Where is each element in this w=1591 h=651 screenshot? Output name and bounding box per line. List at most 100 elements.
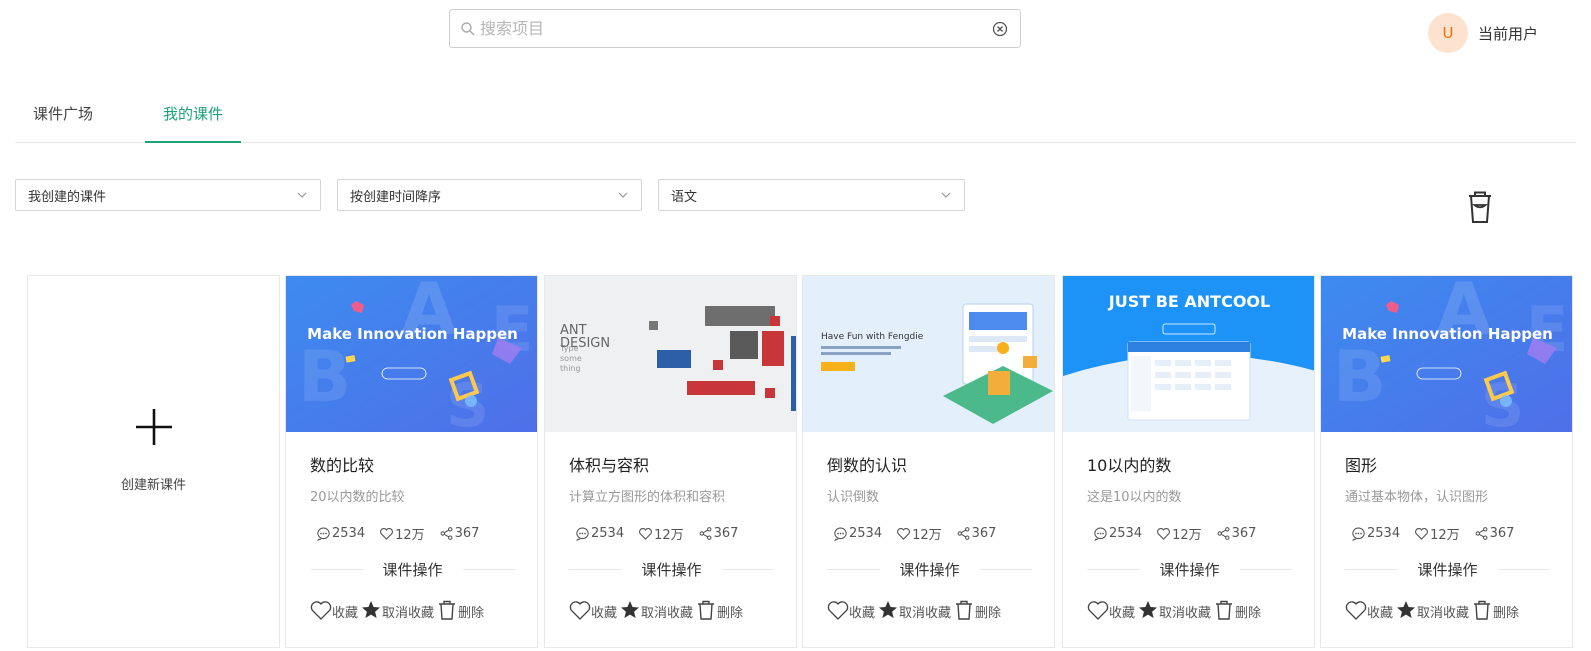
heart-icon: [897, 527, 911, 540]
favorite-button[interactable]: 收藏: [1087, 599, 1135, 621]
unfavorite-button[interactable]: 取消收藏: [1137, 599, 1211, 621]
course-stats: 2534 12万 367: [1351, 524, 1528, 543]
course-actions: 收藏 取消收藏 删除: [827, 599, 1003, 621]
delete-button[interactable]: 删除: [1213, 599, 1261, 621]
tab-my-courses[interactable]: 我的课件: [145, 97, 241, 143]
unfavorite-button[interactable]: 取消收藏: [1395, 599, 1469, 621]
favorite-button[interactable]: 收藏: [827, 599, 875, 621]
course-title[interactable]: 数的比较: [310, 452, 374, 476]
unfavorite-label: 取消收藏: [1159, 606, 1212, 621]
chevron-down-icon: [618, 192, 628, 198]
chevron-down-icon: [941, 192, 951, 198]
divider: [462, 569, 516, 570]
shares-stat[interactable]: 367: [1474, 524, 1514, 543]
clear-icon[interactable]: [992, 21, 1008, 37]
recycle-bin-icon[interactable]: [1465, 190, 1495, 224]
shares-stat[interactable]: 367: [956, 524, 996, 543]
unfavorite-label: 取消收藏: [899, 606, 952, 621]
course-card[interactable]: JUST BE ANTCOOL 10以内的数 这是10以内的数 2534 12万…: [1062, 275, 1315, 648]
likes-stat[interactable]: 12万: [1156, 524, 1202, 543]
course-cover[interactable]: A B E S Make Innovation Happen: [286, 276, 537, 432]
delete-button[interactable]: 删除: [436, 599, 484, 621]
delete-label: 删除: [458, 606, 485, 621]
comment-icon: [317, 527, 330, 541]
delete-label: 删除: [717, 606, 744, 621]
avatar[interactable]: U: [1428, 13, 1468, 53]
likes-stat[interactable]: 12万: [638, 524, 684, 543]
divider: [569, 569, 622, 570]
plus-icon: [135, 409, 172, 445]
shares-count: 367: [713, 526, 739, 541]
course-cover[interactable]: A B E S Make Innovation Happen: [1321, 276, 1572, 432]
delete-button[interactable]: 删除: [953, 599, 1001, 621]
favorite-button[interactable]: 收藏: [1345, 599, 1393, 621]
comments-count: 2534: [332, 526, 366, 541]
unfavorite-button[interactable]: 取消收藏: [877, 599, 951, 621]
heart-icon: [380, 527, 394, 540]
creator-filter-select[interactable]: 我创建的课件: [15, 179, 321, 211]
svg-text:thing: thing: [560, 364, 581, 373]
course-cover-image: A B E S: [1321, 276, 1572, 432]
sort-select[interactable]: 按创建时间降序: [337, 179, 642, 211]
shares-stat[interactable]: 367: [1216, 524, 1257, 543]
delete-button[interactable]: 删除: [695, 599, 743, 621]
unfavorite-button[interactable]: 取消收藏: [360, 599, 434, 621]
heart-icon: [639, 527, 653, 540]
comments-stat[interactable]: 2534: [316, 524, 365, 543]
course-title[interactable]: 体积与容积: [569, 452, 649, 476]
comments-stat[interactable]: 2534: [1093, 524, 1142, 543]
shares-count: 367: [454, 526, 480, 541]
heart-icon: [1157, 527, 1171, 540]
subject-value: 语文: [671, 189, 698, 205]
create-course-card[interactable]: 创建新课件: [27, 275, 280, 648]
course-operations-label: 课件操作: [1417, 561, 1478, 579]
course-description: 通过基本物体，认识图形: [1345, 490, 1489, 505]
course-cover[interactable]: Have Fun with Fengdie: [803, 276, 1054, 432]
course-title[interactable]: 图形: [1345, 452, 1377, 476]
comments-stat[interactable]: 2534: [833, 524, 882, 543]
star-filled-icon: [1139, 601, 1158, 618]
likes-stat[interactable]: 12万: [1414, 524, 1460, 543]
comments-count: 2534: [591, 526, 625, 541]
shares-stat[interactable]: 367: [439, 524, 480, 543]
share-icon: [440, 527, 453, 540]
delete-icon: [439, 600, 456, 620]
course-card[interactable]: Have Fun with Fengdie 倒数的认识 认识倒数 2534 12…: [802, 275, 1055, 648]
divider: [979, 569, 1033, 570]
course-stats: 2534 12万 367: [575, 524, 752, 543]
user-menu[interactable]: U 当前用户: [1428, 13, 1538, 53]
course-operations-header: 课件操作: [310, 559, 516, 580]
search-input[interactable]: [480, 19, 992, 38]
subject-select[interactable]: 语文: [658, 179, 965, 211]
delete-label: 删除: [1235, 606, 1262, 621]
tab-course-square[interactable]: 课件广场: [15, 97, 111, 143]
comments-stat[interactable]: 2534: [575, 524, 624, 543]
course-card[interactable]: A B E S Make Innovation Happen 数的比较 20以内…: [285, 275, 538, 648]
divider: [1497, 569, 1551, 570]
course-card[interactable]: A B E S Make Innovation Happen 图形 通过基本物体…: [1320, 275, 1573, 648]
shares-count: 367: [1231, 526, 1257, 541]
likes-stat[interactable]: 12万: [896, 524, 942, 543]
search-box[interactable]: [449, 9, 1021, 48]
favorite-label: 收藏: [591, 606, 618, 621]
course-cover[interactable]: JUST BE ANTCOOL: [1063, 276, 1314, 432]
delete-button[interactable]: 删除: [1471, 599, 1519, 621]
course-operations-label: 课件操作: [1159, 561, 1220, 579]
course-title[interactable]: 10以内的数: [1087, 452, 1171, 476]
divider: [721, 569, 775, 570]
delete-icon: [698, 600, 715, 620]
favorite-button[interactable]: 收藏: [569, 599, 617, 621]
course-card[interactable]: Type some thing ANT DESIGN 体积与容积 计算立方图形的…: [544, 275, 797, 648]
course-stats: 2534 12万 367: [833, 524, 1010, 543]
unfavorite-button[interactable]: 取消收藏: [619, 599, 693, 621]
course-stats: 2534 12万 367: [1093, 524, 1270, 543]
shares-stat[interactable]: 367: [698, 524, 739, 543]
heart-outline-icon: [1345, 601, 1367, 620]
course-title[interactable]: 倒数的认识: [827, 452, 907, 476]
course-cover[interactable]: Type some thing ANT DESIGN: [545, 276, 796, 432]
likes-stat[interactable]: 12万: [379, 524, 425, 543]
course-actions: 收藏 取消收藏 删除: [1087, 599, 1263, 621]
favorite-button[interactable]: 收藏: [310, 599, 358, 621]
heart-outline-icon: [827, 601, 849, 620]
comments-stat[interactable]: 2534: [1351, 524, 1400, 543]
